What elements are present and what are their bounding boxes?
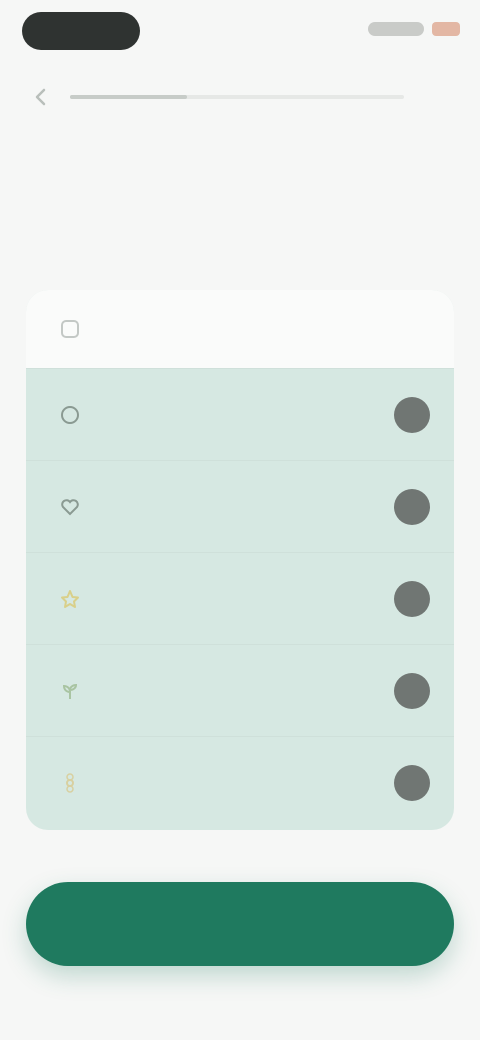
status-time-pill xyxy=(22,12,140,50)
signal-icon xyxy=(368,22,424,36)
progress-bar xyxy=(70,95,404,99)
card-header xyxy=(26,290,454,368)
heart-icon xyxy=(58,495,82,519)
arrow-left-icon[interactable] xyxy=(26,82,56,112)
status-bar xyxy=(0,0,480,64)
sprout-icon xyxy=(58,679,82,703)
option-row[interactable] xyxy=(26,736,454,828)
option-radio[interactable] xyxy=(394,488,430,525)
option-radio[interactable] xyxy=(394,672,430,709)
progress-fill xyxy=(70,95,187,99)
option-radio[interactable] xyxy=(394,580,430,617)
flower-icon xyxy=(58,771,82,795)
option-row[interactable] xyxy=(26,552,454,644)
status-indicators xyxy=(368,22,460,36)
nav-row xyxy=(0,78,480,116)
option-radio[interactable] xyxy=(394,764,430,801)
option-radio[interactable] xyxy=(394,396,430,433)
option-row[interactable] xyxy=(26,460,454,552)
option-row[interactable] xyxy=(26,368,454,460)
option-row[interactable] xyxy=(26,644,454,736)
continue-button[interactable] xyxy=(26,882,454,966)
options-card xyxy=(26,290,454,830)
info-icon xyxy=(58,317,82,341)
battery-icon xyxy=(432,22,460,36)
star-icon xyxy=(58,587,82,611)
leaf-icon xyxy=(58,403,82,427)
